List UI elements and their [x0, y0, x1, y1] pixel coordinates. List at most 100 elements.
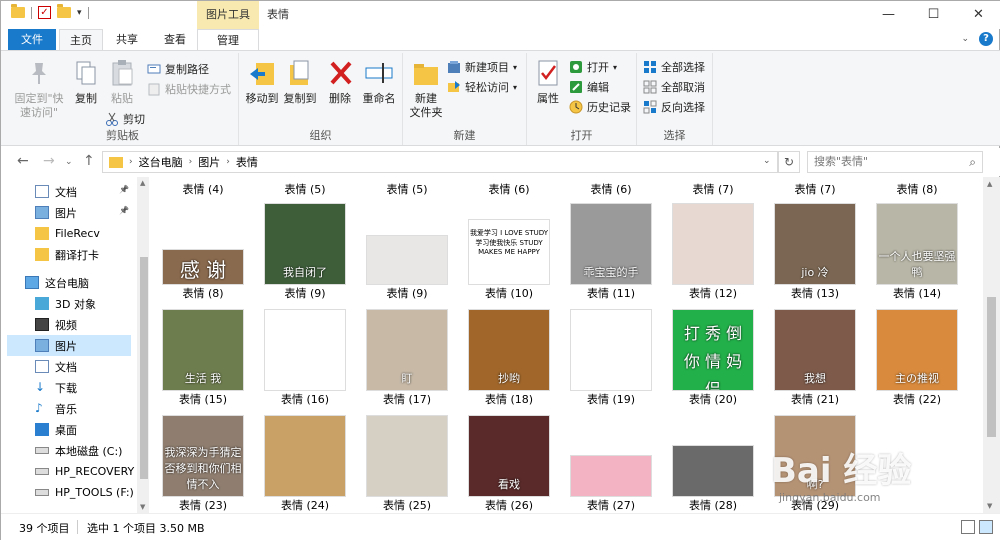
- back-arrow-icon[interactable]: ←: [17, 153, 29, 169]
- sidebar-item[interactable]: 文档 📌: [7, 181, 131, 202]
- edit-button[interactable]: 编辑: [569, 79, 609, 95]
- maximize-button[interactable]: ☐: [911, 1, 956, 29]
- copy-button[interactable]: 复制: [69, 57, 103, 106]
- file-label[interactable]: 表情 (5): [255, 181, 355, 197]
- sidebar-item[interactable]: 3D 对象: [7, 293, 131, 314]
- file-thumbnail-item[interactable]: 啊? 表情 (29): [765, 409, 865, 513]
- file-thumbnail-item[interactable]: 一个人也要坚强鸭 表情 (14): [867, 197, 967, 301]
- sidebar-item[interactable]: FileRecv: [7, 223, 131, 244]
- forward-arrow-icon[interactable]: →: [43, 153, 55, 169]
- file-thumbnail-item[interactable]: 我爱学习 I LOVE STUDY 学习使我快乐 STUDY MAKES ME …: [459, 197, 559, 301]
- delete-button[interactable]: 删除: [325, 57, 355, 106]
- file-thumbnail-item[interactable]: 表情 (28): [663, 409, 763, 513]
- easy-access-button[interactable]: 轻松访问 ▾: [447, 79, 517, 95]
- pin-quick-access-button[interactable]: 固定到"快 速访问": [9, 57, 69, 120]
- large-icons-view-icon[interactable]: [979, 520, 993, 534]
- properties-check-icon[interactable]: ✓: [38, 6, 51, 19]
- history-button[interactable]: 历史记录: [569, 99, 631, 115]
- tab-home[interactable]: 主页: [59, 29, 103, 50]
- scroll-down-icon[interactable]: ▼: [140, 503, 145, 511]
- file-thumbnail-item[interactable]: 表情 (19): [561, 303, 661, 407]
- file-thumbnail-item[interactable]: 表情 (24): [255, 409, 355, 513]
- recent-dropdown-icon[interactable]: ⌄: [65, 157, 73, 167]
- sidebar-item[interactable]: 文档: [7, 356, 131, 377]
- sidebar-item[interactable]: 这台电脑: [7, 272, 131, 293]
- paste-shortcut-button[interactable]: 粘贴快捷方式: [147, 81, 231, 97]
- file-thumbnail-item[interactable]: 我深深为手猜定 否移到和你们相情不入 表情 (23): [153, 409, 253, 513]
- file-thumbnail-item[interactable]: 表情 (16): [255, 303, 355, 407]
- move-to-button[interactable]: 移动到: [243, 57, 281, 106]
- breadcrumb-item[interactable]: 表情: [236, 154, 258, 170]
- rename-button[interactable]: 重命名: [359, 57, 399, 106]
- sidebar-item[interactable]: 视频: [7, 314, 131, 335]
- new-folder-icon[interactable]: [57, 4, 71, 18]
- scroll-down-icon[interactable]: ▼: [987, 502, 992, 510]
- tab-file[interactable]: 文件: [8, 29, 56, 50]
- sidebar-item[interactable]: 图片: [7, 335, 131, 356]
- chevron-down-icon[interactable]: ⌄: [961, 34, 969, 44]
- scrollbar-thumb[interactable]: [140, 257, 148, 479]
- properties-button[interactable]: 属性: [531, 57, 565, 106]
- file-label[interactable]: 表情 (6): [561, 181, 661, 197]
- address-dropdown-icon[interactable]: ⌄: [763, 156, 771, 166]
- file-thumbnail-item[interactable]: 我自闭了 表情 (9): [255, 197, 355, 301]
- refresh-button[interactable]: ↻: [778, 151, 800, 173]
- copy-path-button[interactable]: 复制路径: [147, 61, 209, 77]
- dropdown-icon[interactable]: ▾: [77, 8, 82, 18]
- invert-selection-button[interactable]: 反向选择: [643, 99, 705, 115]
- new-folder-button[interactable]: 新建 文件夹: [407, 57, 445, 120]
- file-thumbnail-item[interactable]: 表情 (27): [561, 409, 661, 513]
- select-none-button[interactable]: 全部取消: [643, 79, 705, 95]
- minimize-button[interactable]: —: [866, 1, 911, 29]
- file-thumbnail-item[interactable]: 表情 (12): [663, 197, 763, 301]
- up-arrow-icon[interactable]: ↑: [83, 153, 95, 169]
- sidebar-item[interactable]: HP_TOOLS (F:): [7, 482, 134, 503]
- content-scrollbar[interactable]: ▲ ▼: [983, 177, 1000, 513]
- file-thumbnail-item[interactable]: jio 冷表情 (13): [765, 197, 865, 301]
- file-thumbnail-item[interactable]: 看戏 表情 (26): [459, 409, 559, 513]
- file-thumbnail-item[interactable]: 盯表情 (17): [357, 303, 457, 407]
- sidebar-item[interactable]: ↓ 下载: [7, 377, 131, 398]
- open-button[interactable]: 打开 ▾: [569, 59, 617, 75]
- help-icon[interactable]: ?: [979, 32, 993, 46]
- cut-button[interactable]: 剪切: [105, 111, 145, 127]
- tab-view[interactable]: 查看: [155, 29, 195, 50]
- scrollbar-thumb[interactable]: [987, 297, 996, 437]
- file-thumbnail-item[interactable]: 抄哟 表情 (18): [459, 303, 559, 407]
- close-button[interactable]: ✕: [956, 1, 1000, 29]
- sidebar-item[interactable]: 本地磁盘 (C:): [7, 440, 131, 461]
- file-thumbnail-item[interactable]: 表情 (9): [357, 197, 457, 301]
- file-thumbnail-item[interactable]: 我想 表情 (21): [765, 303, 865, 407]
- breadcrumb-item[interactable]: 这台电脑: [139, 154, 183, 170]
- file-thumbnail-item[interactable]: 打 秀 倒 你 情 妈 侣表情 (20): [663, 303, 763, 407]
- search-input[interactable]: 搜索"表情" ⌕: [807, 151, 983, 173]
- sidebar-item[interactable]: 图片 📌: [7, 202, 131, 223]
- file-thumbnail-item[interactable]: 乖宝宝的手 表情 (11): [561, 197, 661, 301]
- file-label[interactable]: 表情 (7): [765, 181, 865, 197]
- paste-button[interactable]: 粘贴: [105, 57, 139, 106]
- new-item-button[interactable]: 新建项目 ▾: [447, 59, 517, 75]
- breadcrumb-item[interactable]: 图片: [198, 154, 220, 170]
- file-label[interactable]: 表情 (6): [459, 181, 559, 197]
- file-label[interactable]: 表情 (5): [357, 181, 457, 197]
- sidebar-item[interactable]: HP_RECOVERY: [7, 461, 134, 482]
- sidebar-item[interactable]: 翻译打卡: [7, 244, 131, 265]
- details-view-icon[interactable]: [961, 520, 975, 534]
- tab-share[interactable]: 共享: [107, 29, 147, 50]
- file-label[interactable]: 表情 (7): [663, 181, 763, 197]
- sidebar-item[interactable]: 桌面: [7, 419, 131, 440]
- search-icon[interactable]: ⌕: [969, 152, 976, 172]
- scroll-up-icon[interactable]: ▲: [140, 179, 145, 187]
- file-thumbnail-item[interactable]: 生活 我表情 (15): [153, 303, 253, 407]
- select-all-button[interactable]: 全部选择: [643, 59, 705, 75]
- copy-to-button[interactable]: 复制到: [281, 57, 319, 106]
- file-label[interactable]: 表情 (8): [867, 181, 967, 197]
- file-thumbnail-item[interactable]: 主の推视 表情 (22): [867, 303, 967, 407]
- address-bar[interactable]: › 这台电脑 › 图片 › 表情: [102, 151, 778, 173]
- tab-manage[interactable]: 管理: [197, 29, 259, 50]
- sidebar-item[interactable]: ♪ 音乐: [7, 398, 131, 419]
- file-thumbnail-item[interactable]: 感 谢表情 (8): [153, 197, 253, 301]
- scroll-up-icon[interactable]: ▲: [987, 180, 992, 188]
- file-thumbnail-item[interactable]: 表情 (25): [357, 409, 457, 513]
- file-label[interactable]: 表情 (4): [153, 181, 253, 197]
